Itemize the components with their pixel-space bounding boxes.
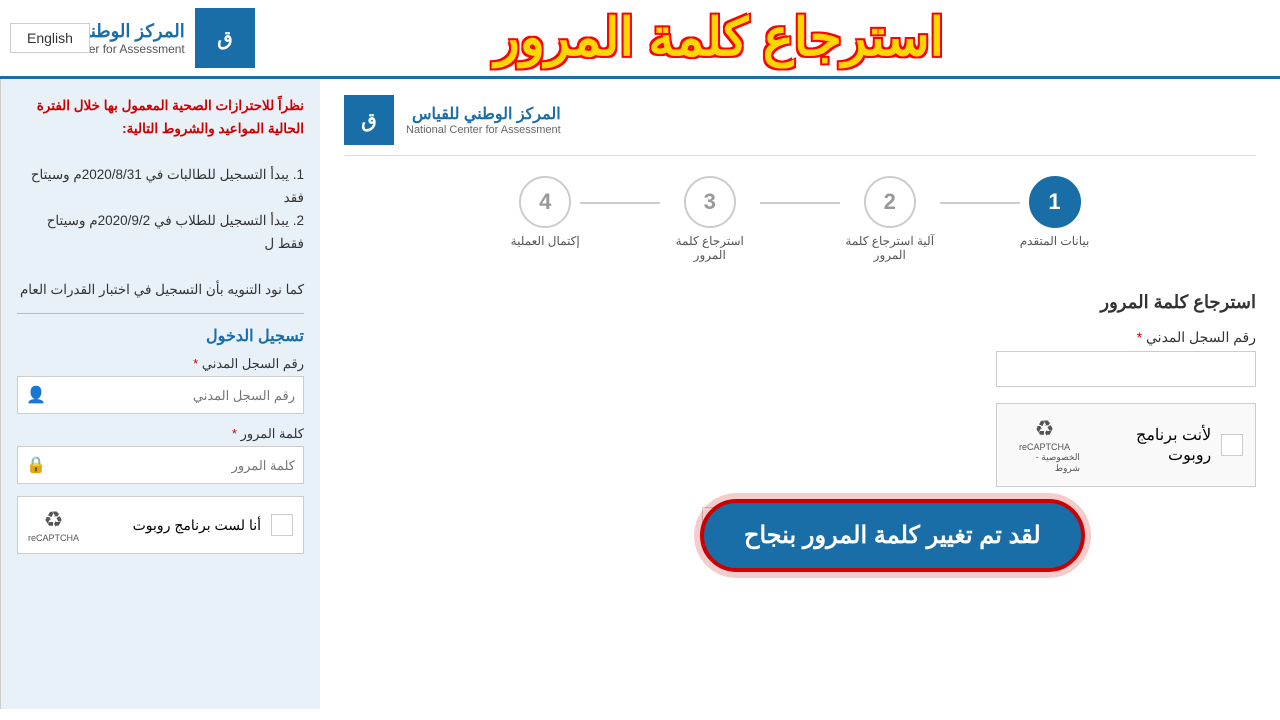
step-3-circle: 3 xyxy=(684,176,736,228)
sidebar-captcha: أنا لست برنامج روبوت ♻ reCAPTCHA xyxy=(17,496,304,554)
step-2-label: آلية استرجاع كلمة المرور xyxy=(840,234,940,262)
notice-extra: كما نود التنويه بأن التسجيل في اختبار ال… xyxy=(20,282,304,297)
success-message: لقد تم تغيير كلمة المرور بنجاح xyxy=(700,499,1085,572)
form-title: استرجاع كلمة المرور xyxy=(344,292,1256,313)
sidebar-login-title: تسجيل الدخول xyxy=(17,326,304,346)
sidebar-recaptcha-logo: ♻ reCAPTCHA xyxy=(28,507,79,543)
inner-logo-english: National Center for Assessment xyxy=(406,124,561,136)
lock-icon: 🔒 xyxy=(18,447,54,483)
logo-icon: ق xyxy=(195,8,255,68)
form-captcha: لأنت برنامج روبوت ♻ reCAPTCHA الخصوصية -… xyxy=(996,403,1256,487)
step-3-label: استرجاع كلمة المرور xyxy=(660,234,760,262)
inner-logo-icon: ق xyxy=(344,95,394,145)
top-header: English استرجاع كلمة المرور المركز الوطن… xyxy=(0,0,1280,79)
sidebar-civil-id-wrap: 👤 xyxy=(17,376,304,414)
step-4-label: إكتمال العملية xyxy=(511,234,580,248)
step-1-circle: 1 xyxy=(1029,176,1081,228)
notice-item-1: 1. يبدأ التسجيل للطالبات في 2020/8/31م و… xyxy=(31,167,304,205)
step-2-circle: 2 xyxy=(864,176,916,228)
sidebar-captcha-checkbox[interactable] xyxy=(271,514,293,536)
sidebar-password-input[interactable] xyxy=(54,450,303,481)
step-2: 2 آلية استرجاع كلمة المرور xyxy=(840,176,940,262)
connector-2-3 xyxy=(760,202,840,204)
svg-text:ق: ق xyxy=(361,110,377,132)
captcha-label: لأنت برنامج روبوت xyxy=(1090,425,1211,465)
sidebar-password-label: كلمة المرور * xyxy=(17,426,304,442)
connector-1-2 xyxy=(940,202,1020,204)
person-icon: 👤 xyxy=(18,377,54,413)
inner-logo-arabic: المركز الوطني للقياس xyxy=(406,104,561,124)
sidebar: نظراً للاحترازات الصحية المعمول بها خلال… xyxy=(0,79,320,709)
page-title: استرجاع كلمة المرور xyxy=(255,8,1184,68)
captcha-checkbox[interactable] xyxy=(1221,434,1243,456)
sidebar-captcha-label: أنا لست برنامج روبوت xyxy=(133,517,261,534)
step-1: 1 بيانات المتقدم xyxy=(1020,176,1090,248)
notice-item-2: 2. يبدأ التسجيل للطلاب في 2020/9/2م وسيت… xyxy=(47,213,304,251)
civil-id-label: رقم السجل المدني * xyxy=(344,329,1256,346)
step-1-label: بيانات المتقدم xyxy=(1020,234,1090,248)
inner-logo-text: المركز الوطني للقياس National Center for… xyxy=(406,104,561,136)
recaptcha-logo: ♻ reCAPTCHA الخصوصية - شروط xyxy=(1009,416,1080,474)
inner-header: المركز الوطني للقياس National Center for… xyxy=(344,95,1256,156)
connector-3-4 xyxy=(580,202,660,204)
notice-text: نظراً للاحترازات الصحية المعمول بها خلال… xyxy=(37,98,304,136)
sidebar-divider xyxy=(17,313,304,314)
sidebar-password-wrap: 🔒 xyxy=(17,446,304,484)
sidebar-civil-id-label: رقم السجل المدني * xyxy=(17,356,304,372)
civil-id-input[interactable] xyxy=(996,351,1256,387)
sidebar-civil-id-input[interactable] xyxy=(54,380,303,411)
step-4: 4 إكتمال العملية xyxy=(511,176,580,248)
step-4-circle: 4 xyxy=(519,176,571,228)
svg-text:ق: ق xyxy=(217,28,233,50)
steps-container: 1 بيانات المتقدم 2 آلية استرجاع كلمة الم… xyxy=(344,176,1256,262)
content-area: المركز الوطني للقياس National Center for… xyxy=(320,79,1280,709)
step-3: 3 استرجاع كلمة المرور xyxy=(660,176,760,262)
sidebar-notice: نظراً للاحترازات الصحية المعمول بها خلال… xyxy=(17,95,304,301)
main-layout: المركز الوطني للقياس National Center for… xyxy=(0,79,1280,709)
language-button[interactable]: English xyxy=(10,23,90,53)
